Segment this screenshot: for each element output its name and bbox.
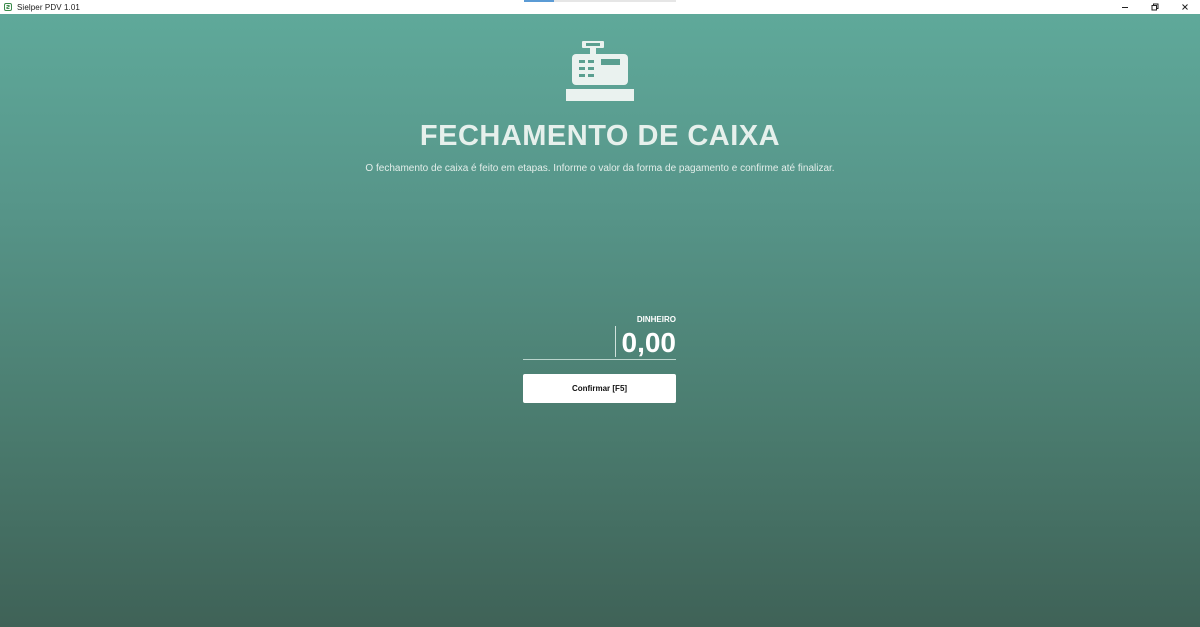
minimize-button[interactable]	[1110, 0, 1140, 14]
close-button[interactable]	[1170, 0, 1200, 14]
restore-button[interactable]	[1140, 0, 1170, 14]
minimize-icon	[1122, 7, 1128, 8]
app-logo-icon	[4, 3, 12, 11]
page-title: FECHAMENTO DE CAIXA	[419, 120, 781, 152]
close-icon	[1182, 4, 1188, 10]
amount-input[interactable]: 0,00	[523, 325, 676, 360]
payment-method-label: DINHEIRO	[636, 315, 676, 324]
cash-register-icon	[566, 41, 634, 101]
confirm-button[interactable]: Confirmar [F5]	[523, 374, 676, 403]
load-progress-bar	[524, 0, 676, 2]
window-controls	[1110, 0, 1200, 14]
window-title: Sielper PDV 1.01	[17, 2, 80, 12]
page-subtitle: O fechamento de caixa é feito em etapas.…	[365, 163, 835, 174]
text-caret	[615, 326, 616, 357]
closing-screen: FECHAMENTO DE CAIXA O fechamento de caix…	[0, 14, 1200, 627]
restore-icon	[1151, 3, 1159, 11]
load-progress-fill	[524, 0, 555, 2]
window-titlebar: Sielper PDV 1.01	[0, 0, 1200, 14]
amount-value: 0,00	[621, 327, 677, 358]
